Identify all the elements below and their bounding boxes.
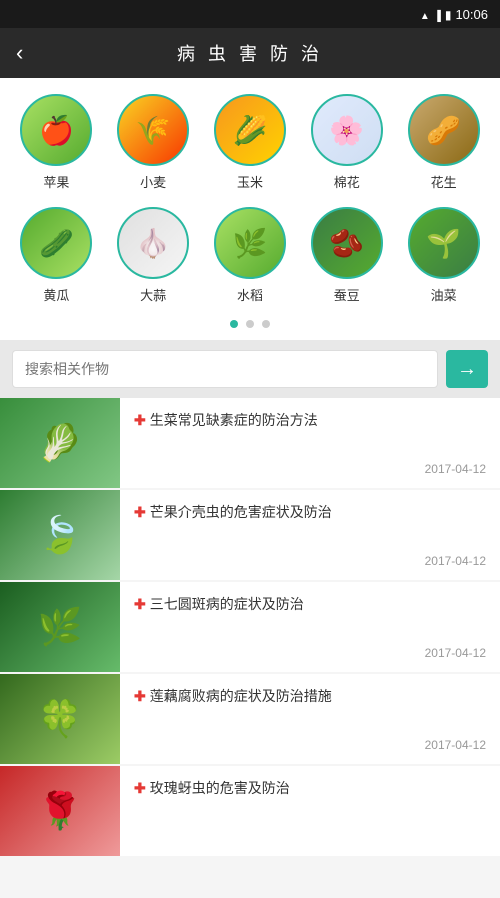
article-thumb-1: 🥬 (0, 398, 120, 488)
crop-label-cotton: 棉花 (334, 172, 360, 191)
search-button[interactable]: → (446, 350, 488, 388)
crop-row-1: 🍎 苹果 🌾 小麦 🌽 玉米 🌸 棉花 🥜 花生 (8, 94, 492, 191)
thumb-image-4: 🍀 (0, 674, 120, 764)
time-display: 10:06 (455, 7, 488, 22)
article-content-1: ✚ 生菜常见缺素症的防治方法 2017-04-12 (120, 398, 500, 488)
article-content-4: ✚ 莲藕腐败病的症状及防治措施 2017-04-12 (120, 674, 500, 764)
crop-label-pea: 蚕豆 (334, 285, 360, 304)
thumb-image-2: 🍃 (0, 490, 120, 580)
article-thumb-3: 🌿 (0, 582, 120, 672)
cross-icon-5: ✚ (134, 778, 146, 799)
crop-item-apple[interactable]: 🍎 苹果 (16, 94, 96, 191)
crop-label-rape: 油菜 (431, 285, 457, 304)
article-date-2: 2017-04-12 (134, 554, 486, 568)
crop-circle-pea: 🫘 (311, 207, 383, 279)
crop-label-garlic: 大蒜 (140, 285, 166, 304)
cucumber-emoji: 🥒 (39, 227, 74, 260)
article-content-3: ✚ 三七圆斑病的症状及防治 2017-04-12 (120, 582, 500, 672)
article-date-3: 2017-04-12 (134, 646, 486, 660)
article-item-5[interactable]: 🌹 ✚ 玫瑰蚜虫的危害及防治 (0, 766, 500, 856)
article-title-5: ✚ 玫瑰蚜虫的危害及防治 (134, 778, 486, 799)
rape-emoji: 🌱 (426, 227, 461, 260)
crop-circle-garlic: 🧄 (117, 207, 189, 279)
article-list: 🥬 ✚ 生菜常见缺素症的防治方法 2017-04-12 🍃 ✚ 芒果介壳虫的危害… (0, 398, 500, 856)
article-thumb-5: 🌹 (0, 766, 120, 856)
status-bar: 10:06 (0, 0, 500, 28)
cross-icon-3: ✚ (134, 594, 146, 615)
dot-3[interactable] (262, 320, 270, 328)
article-date-1: 2017-04-12 (134, 462, 486, 476)
crop-label-corn: 玉米 (237, 172, 263, 191)
header: ‹ 病 虫 害 防 治 (0, 28, 500, 78)
search-input[interactable] (12, 350, 438, 388)
crop-label-cucumber: 黄瓜 (43, 285, 69, 304)
status-bar-right: 10:06 (420, 7, 488, 22)
wheat-emoji: 🌾 (136, 114, 171, 147)
article-title-4: ✚ 莲藕腐败病的症状及防治措施 (134, 686, 486, 707)
crop-section: 🍎 苹果 🌾 小麦 🌽 玉米 🌸 棉花 🥜 花生 (0, 78, 500, 340)
peanut-emoji: 🥜 (426, 114, 461, 147)
crop-label-peanut: 花生 (431, 172, 457, 191)
crop-item-pea[interactable]: 🫘 蚕豆 (307, 207, 387, 304)
garlic-emoji: 🧄 (136, 227, 171, 260)
corn-emoji: 🌽 (233, 114, 268, 147)
crop-item-cucumber[interactable]: 🥒 黄瓜 (16, 207, 96, 304)
crop-item-wheat[interactable]: 🌾 小麦 (113, 94, 193, 191)
crop-circle-wheat: 🌾 (117, 94, 189, 166)
cotton-emoji: 🌸 (329, 114, 364, 147)
crop-circle-corn: 🌽 (214, 94, 286, 166)
article-title-2: ✚ 芒果介壳虫的危害症状及防治 (134, 502, 486, 523)
crop-item-garlic[interactable]: 🧄 大蒜 (113, 207, 193, 304)
crop-circle-cucumber: 🥒 (20, 207, 92, 279)
thumb-image-5: 🌹 (0, 766, 120, 856)
article-content-2: ✚ 芒果介壳虫的危害症状及防治 2017-04-12 (120, 490, 500, 580)
article-title-1: ✚ 生菜常见缺素症的防治方法 (134, 410, 486, 431)
cross-icon-2: ✚ (134, 502, 146, 523)
search-section: → (0, 340, 500, 398)
crop-circle-apple: 🍎 (20, 94, 92, 166)
article-item-1[interactable]: 🥬 ✚ 生菜常见缺素症的防治方法 2017-04-12 (0, 398, 500, 488)
crop-label-rice: 水稻 (237, 285, 263, 304)
wifi-icon (420, 7, 430, 22)
crop-item-rice[interactable]: 🌿 水稻 (210, 207, 290, 304)
pea-emoji: 🫘 (329, 227, 364, 260)
article-thumb-2: 🍃 (0, 490, 120, 580)
article-date-4: 2017-04-12 (134, 738, 486, 752)
article-title-3: ✚ 三七圆斑病的症状及防治 (134, 594, 486, 615)
article-item-4[interactable]: 🍀 ✚ 莲藕腐败病的症状及防治措施 2017-04-12 (0, 674, 500, 764)
cross-icon-1: ✚ (134, 410, 146, 431)
article-item-2[interactable]: 🍃 ✚ 芒果介壳虫的危害症状及防治 2017-04-12 (0, 490, 500, 580)
thumb-image-1: 🥬 (0, 398, 120, 488)
crop-item-cotton[interactable]: 🌸 棉花 (307, 94, 387, 191)
cross-icon-4: ✚ (134, 686, 146, 707)
article-content-5: ✚ 玫瑰蚜虫的危害及防治 (120, 766, 500, 856)
battery-icon (445, 7, 452, 22)
crop-label-apple: 苹果 (43, 172, 69, 191)
signal-icon (434, 7, 441, 22)
pagination-dots (8, 320, 492, 328)
crop-circle-cotton: 🌸 (311, 94, 383, 166)
crop-item-corn[interactable]: 🌽 玉米 (210, 94, 290, 191)
back-button[interactable]: ‹ (16, 40, 56, 66)
crop-circle-peanut: 🥜 (408, 94, 480, 166)
crop-row-2: 🥒 黄瓜 🧄 大蒜 🌿 水稻 🫘 蚕豆 🌱 油菜 (8, 207, 492, 304)
thumb-image-3: 🌿 (0, 582, 120, 672)
dot-2[interactable] (246, 320, 254, 328)
crop-label-wheat: 小麦 (140, 172, 166, 191)
page-title: 病 虫 害 防 治 (56, 40, 444, 66)
article-item-3[interactable]: 🌿 ✚ 三七圆斑病的症状及防治 2017-04-12 (0, 582, 500, 672)
apple-emoji: 🍎 (39, 114, 74, 147)
crop-circle-rice: 🌿 (214, 207, 286, 279)
search-arrow-icon: → (457, 358, 477, 381)
dot-1[interactable] (230, 320, 238, 328)
crop-circle-rape: 🌱 (408, 207, 480, 279)
crop-item-rape[interactable]: 🌱 油菜 (404, 207, 484, 304)
rice-emoji: 🌿 (233, 227, 268, 260)
article-thumb-4: 🍀 (0, 674, 120, 764)
crop-item-peanut[interactable]: 🥜 花生 (404, 94, 484, 191)
